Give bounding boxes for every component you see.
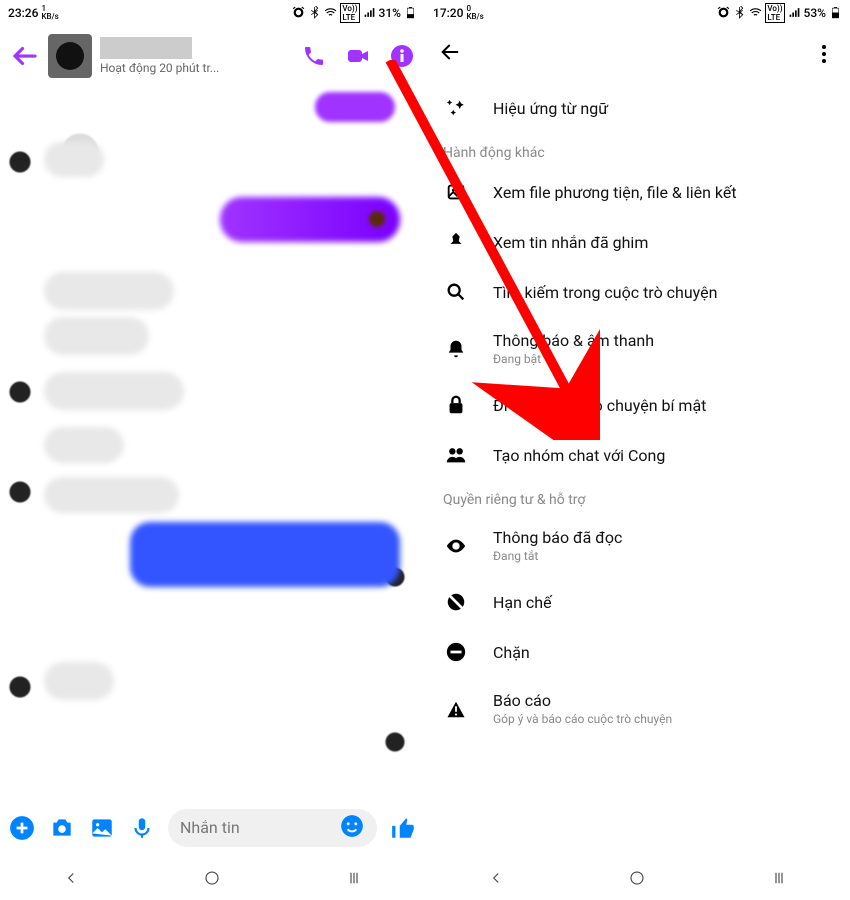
nav-back[interactable] [61, 868, 81, 888]
battery-icon [829, 6, 842, 19]
section-privacy-support: Quyền riêng tư & hỗ trợ [431, 480, 844, 514]
bluetooth-icon [733, 6, 746, 19]
row-sublabel: Góp ý và báo cáo cuộc trò chuyện [493, 712, 834, 726]
back-button[interactable] [439, 41, 461, 67]
status-bar-right: 17:20 0KB/s Vo))LTE 53% [425, 0, 850, 25]
row-label: Thông báo & âm thanh [493, 331, 834, 350]
status-icons: Vo))LTE 31% [292, 3, 417, 23]
pin-icon [441, 231, 471, 253]
settings-header [425, 25, 850, 83]
message-composer: Nhắn tin [0, 800, 425, 855]
status-time: 17:20 [433, 6, 463, 20]
eye-icon [441, 535, 471, 557]
nav-recents[interactable] [344, 868, 364, 888]
chat-activity: Hoạt động 20 phút tr... [100, 61, 293, 75]
alarm-icon [292, 6, 305, 19]
row-label: Hiệu ứng từ ngữ [493, 99, 834, 118]
nav-recents[interactable] [769, 868, 789, 888]
battery-percent: 31% [379, 6, 401, 20]
row-restrict[interactable]: Hạn chế [431, 577, 844, 627]
row-search-conversation[interactable]: Tìm kiếm trong cuộc trò chuyện [431, 267, 844, 317]
row-block[interactable]: Chặn [431, 627, 844, 677]
nav-home[interactable] [627, 868, 647, 888]
row-label: Thông báo đã đọc [493, 528, 834, 547]
wifi-icon [749, 6, 762, 19]
row-create-group[interactable]: Tạo nhóm chat với Cong [431, 430, 844, 480]
row-sublabel: Đang bật [493, 352, 834, 366]
settings-pane: 17:20 0KB/s Vo))LTE 53% Hiệu ứng từ ngữ … [425, 0, 850, 900]
message-input[interactable]: Nhắn tin [168, 809, 377, 847]
row-media-files[interactable]: Xem file phương tiện, file & liên kết [431, 167, 844, 217]
input-placeholder: Nhắn tin [180, 818, 240, 837]
nav-home[interactable] [202, 868, 222, 888]
row-label: Đi đến Cuộc trò chuyện bí mật [493, 396, 834, 415]
row-secret-conversation[interactable]: Đi đến Cuộc trò chuyện bí mật [431, 380, 844, 430]
chat-pane: 23:26 1KB/s Vo))LTE 31% Hoạt động 20 phú… [0, 0, 425, 900]
row-label: Hạn chế [493, 593, 834, 612]
signal-icon [788, 6, 801, 19]
battery-icon [404, 6, 417, 19]
row-read-receipts[interactable]: Thông báo đã đọc Đang tắt [431, 514, 844, 577]
status-time: 23:26 [8, 6, 38, 20]
back-button[interactable] [10, 41, 40, 71]
chat-name-redacted [100, 37, 192, 59]
message-bubble-received[interactable] [44, 372, 184, 410]
system-nav-bar [425, 855, 850, 900]
like-button[interactable] [389, 814, 417, 842]
signal-icon [363, 6, 376, 19]
row-word-effects[interactable]: Hiệu ứng từ ngữ [431, 83, 844, 133]
search-icon [441, 281, 471, 303]
chat-avatar[interactable] [48, 34, 92, 78]
gallery-button[interactable] [88, 814, 116, 842]
row-sublabel: Đang tắt [493, 549, 834, 563]
system-nav-bar [0, 855, 425, 900]
warning-icon [441, 698, 471, 720]
volte-icon: Vo))LTE [765, 3, 784, 23]
info-button[interactable] [389, 43, 415, 69]
group-icon [441, 444, 471, 466]
row-label: Xem tin nhắn đã ghim [493, 233, 834, 252]
message-bubble-received[interactable] [44, 142, 104, 177]
alarm-icon [717, 6, 730, 19]
more-menu-button[interactable] [812, 45, 836, 63]
more-actions-button[interactable] [8, 814, 36, 842]
battery-percent: 53% [804, 6, 826, 20]
message-bubble-sent[interactable] [315, 92, 395, 122]
volte-icon: Vo))LTE [340, 3, 359, 23]
mic-button[interactable] [128, 814, 156, 842]
status-bar-left: 23:26 1KB/s Vo))LTE 31% [0, 0, 425, 25]
row-label: Tìm kiếm trong cuộc trò chuyện [493, 283, 834, 302]
row-report[interactable]: Báo cáo Góp ý và báo cáo cuộc trò chuyện [431, 677, 844, 740]
row-pinned-messages[interactable]: Xem tin nhắn đã ghim [431, 217, 844, 267]
message-bubble-received[interactable] [44, 427, 124, 463]
wifi-icon [324, 6, 337, 19]
message-bubble-received[interactable] [44, 272, 174, 310]
sparkle-icon [441, 97, 471, 119]
message-bubble-sent[interactable] [130, 522, 400, 587]
media-icon [441, 181, 471, 203]
bell-icon [441, 338, 471, 360]
camera-button[interactable] [48, 814, 76, 842]
video-call-button[interactable] [345, 43, 371, 69]
audio-call-button[interactable] [301, 43, 327, 69]
emoji-button[interactable] [339, 813, 365, 843]
message-bubble-received[interactable] [44, 662, 114, 700]
lock-icon [441, 394, 471, 416]
bluetooth-icon [308, 6, 321, 19]
block-icon [441, 641, 471, 663]
message-bubble-received[interactable] [44, 477, 179, 513]
restrict-icon [441, 591, 471, 613]
status-icons: Vo))LTE 53% [717, 3, 842, 23]
section-more-actions: Hành động khác [431, 133, 844, 167]
row-label: Chặn [493, 643, 834, 662]
row-notifications-sounds[interactable]: Thông báo & âm thanh Đang bật [431, 317, 844, 380]
row-label: Tạo nhóm chat với Cong [493, 446, 834, 465]
row-label: Xem file phương tiện, file & liên kết [493, 183, 834, 202]
nav-back[interactable] [486, 868, 506, 888]
message-bubble-received[interactable] [44, 317, 149, 355]
chat-header: Hoạt động 20 phút tr... [0, 25, 425, 87]
chat-messages-area[interactable] [0, 87, 425, 800]
row-label: Báo cáo [493, 691, 834, 710]
